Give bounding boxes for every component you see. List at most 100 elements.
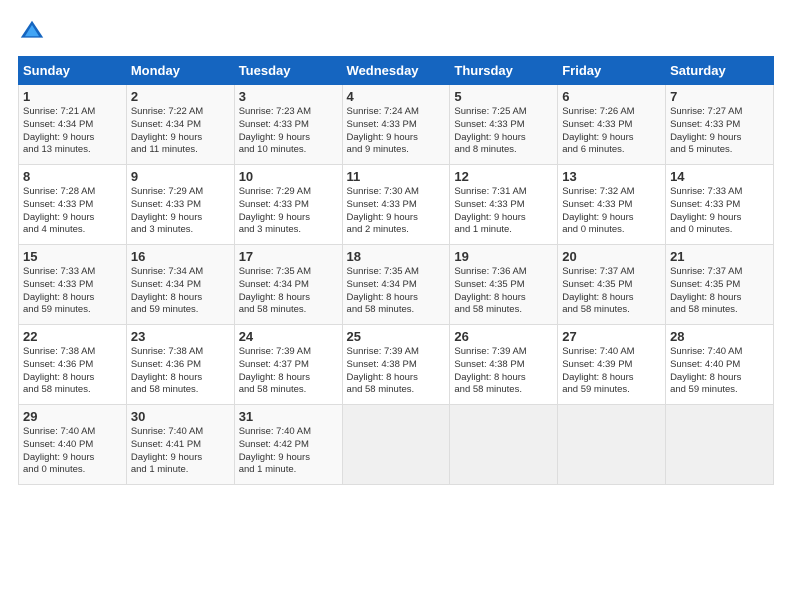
- day-info: Sunrise: 7:30 AM Sunset: 4:33 PM Dayligh…: [347, 186, 446, 237]
- calendar-cell: 14 Sunrise: 7:33 AM Sunset: 4:33 PM Dayli…: [666, 165, 774, 245]
- logo-icon: [18, 18, 46, 46]
- day-number: 6: [562, 89, 661, 104]
- day-info: Sunrise: 7:21 AM Sunset: 4:34 PM Dayligh…: [23, 106, 122, 157]
- day-number: 2: [131, 89, 230, 104]
- day-number: 31: [239, 409, 338, 424]
- day-number: 7: [670, 89, 769, 104]
- calendar-cell: 23Sunrise: 7:38 AM Sunset: 4:36 PM Dayli…: [126, 325, 234, 405]
- day-info: Sunrise: 7:34 AM Sunset: 4:34 PM Dayligh…: [131, 266, 230, 317]
- day-number: 29: [23, 409, 122, 424]
- calendar-cell: 24 Sunrise: 7:39 AM Sunset: 4:37 PM Dayli…: [234, 325, 342, 405]
- calendar-cell: 21 Sunrise: 7:37 AM Sunset: 4:35 PM Dayli…: [666, 245, 774, 325]
- calendar-week-row: 8 Sunrise: 7:28 AM Sunset: 4:33 PM Daylig…: [19, 165, 774, 245]
- calendar-cell: 28 Sunrise: 7:40 AM Sunset: 4:40 PM Dayli…: [666, 325, 774, 405]
- calendar-cell: 2Sunrise: 7:22 AM Sunset: 4:34 PM Daylig…: [126, 85, 234, 165]
- calendar-body: 1 Sunrise: 7:21 AM Sunset: 4:34 PM Daylig…: [19, 85, 774, 485]
- day-info: Sunrise: 7:37 AM Sunset: 4:35 PM Dayligh…: [562, 266, 661, 317]
- calendar-cell: 31Sunrise: 7:40 AM Sunset: 4:42 PM Dayli…: [234, 405, 342, 485]
- calendar-cell: [342, 405, 450, 485]
- calendar-cell: 17Sunrise: 7:35 AM Sunset: 4:34 PM Dayli…: [234, 245, 342, 325]
- day-info: Sunrise: 7:39 AM Sunset: 4:38 PM Dayligh…: [454, 346, 553, 397]
- day-info: Sunrise: 7:39 AM Sunset: 4:38 PM Dayligh…: [347, 346, 446, 397]
- calendar-week-row: 1 Sunrise: 7:21 AM Sunset: 4:34 PM Daylig…: [19, 85, 774, 165]
- day-info: Sunrise: 7:32 AM Sunset: 4:33 PM Dayligh…: [562, 186, 661, 237]
- calendar-cell: 25 Sunrise: 7:39 AM Sunset: 4:38 PM Dayli…: [342, 325, 450, 405]
- day-number: 28: [670, 329, 769, 344]
- day-info: Sunrise: 7:39 AM Sunset: 4:37 PM Dayligh…: [239, 346, 338, 397]
- calendar-cell: 26Sunrise: 7:39 AM Sunset: 4:38 PM Dayli…: [450, 325, 558, 405]
- day-number: 27: [562, 329, 661, 344]
- calendar-cell: 13 Sunrise: 7:32 AM Sunset: 4:33 PM Dayli…: [558, 165, 666, 245]
- day-info: Sunrise: 7:33 AM Sunset: 4:33 PM Dayligh…: [670, 186, 769, 237]
- weekday-header: Thursday: [450, 57, 558, 85]
- weekday-header: Friday: [558, 57, 666, 85]
- calendar-cell: 9 Sunrise: 7:29 AM Sunset: 4:33 PM Daylig…: [126, 165, 234, 245]
- weekday-header: Sunday: [19, 57, 127, 85]
- day-number: 13: [562, 169, 661, 184]
- day-number: 9: [131, 169, 230, 184]
- day-number: 1: [23, 89, 122, 104]
- day-number: 15: [23, 249, 122, 264]
- day-number: 4: [347, 89, 446, 104]
- calendar-cell: [666, 405, 774, 485]
- page: SundayMondayTuesdayWednesdayThursdayFrid…: [0, 0, 792, 612]
- calendar-cell: 27 Sunrise: 7:40 AM Sunset: 4:39 PM Dayli…: [558, 325, 666, 405]
- calendar-cell: 12Sunrise: 7:31 AM Sunset: 4:33 PM Dayli…: [450, 165, 558, 245]
- day-number: 11: [347, 169, 446, 184]
- calendar-cell: 10 Sunrise: 7:29 AM Sunset: 4:33 PM Dayli…: [234, 165, 342, 245]
- calendar-cell: 5 Sunrise: 7:25 AM Sunset: 4:33 PM Daylig…: [450, 85, 558, 165]
- calendar-cell: 19Sunrise: 7:36 AM Sunset: 4:35 PM Dayli…: [450, 245, 558, 325]
- day-number: 17: [239, 249, 338, 264]
- day-number: 21: [670, 249, 769, 264]
- day-number: 3: [239, 89, 338, 104]
- calendar-cell: 15 Sunrise: 7:33 AM Sunset: 4:33 PM Dayli…: [19, 245, 127, 325]
- calendar-cell: 1 Sunrise: 7:21 AM Sunset: 4:34 PM Daylig…: [19, 85, 127, 165]
- day-info: Sunrise: 7:24 AM Sunset: 4:33 PM Dayligh…: [347, 106, 446, 157]
- calendar-cell: 22 Sunrise: 7:38 AM Sunset: 4:36 PM Dayli…: [19, 325, 127, 405]
- day-info: Sunrise: 7:40 AM Sunset: 4:39 PM Dayligh…: [562, 346, 661, 397]
- calendar-table: SundayMondayTuesdayWednesdayThursdayFrid…: [18, 56, 774, 485]
- day-info: Sunrise: 7:25 AM Sunset: 4:33 PM Dayligh…: [454, 106, 553, 157]
- calendar-cell: 11 Sunrise: 7:30 AM Sunset: 4:33 PM Dayli…: [342, 165, 450, 245]
- day-info: Sunrise: 7:26 AM Sunset: 4:33 PM Dayligh…: [562, 106, 661, 157]
- day-info: Sunrise: 7:40 AM Sunset: 4:41 PM Dayligh…: [131, 426, 230, 477]
- day-info: Sunrise: 7:27 AM Sunset: 4:33 PM Dayligh…: [670, 106, 769, 157]
- calendar-cell: 4 Sunrise: 7:24 AM Sunset: 4:33 PM Daylig…: [342, 85, 450, 165]
- day-number: 12: [454, 169, 553, 184]
- day-number: 24: [239, 329, 338, 344]
- day-info: Sunrise: 7:38 AM Sunset: 4:36 PM Dayligh…: [23, 346, 122, 397]
- day-number: 16: [131, 249, 230, 264]
- day-info: Sunrise: 7:29 AM Sunset: 4:33 PM Dayligh…: [239, 186, 338, 237]
- day-info: Sunrise: 7:37 AM Sunset: 4:35 PM Dayligh…: [670, 266, 769, 317]
- logo: [18, 18, 50, 46]
- day-number: 20: [562, 249, 661, 264]
- calendar-week-row: 15 Sunrise: 7:33 AM Sunset: 4:33 PM Dayli…: [19, 245, 774, 325]
- day-number: 25: [347, 329, 446, 344]
- calendar-cell: 3 Sunrise: 7:23 AM Sunset: 4:33 PM Daylig…: [234, 85, 342, 165]
- calendar-header: SundayMondayTuesdayWednesdayThursdayFrid…: [19, 57, 774, 85]
- day-info: Sunrise: 7:29 AM Sunset: 4:33 PM Dayligh…: [131, 186, 230, 237]
- calendar-cell: 16 Sunrise: 7:34 AM Sunset: 4:34 PM Dayli…: [126, 245, 234, 325]
- day-number: 5: [454, 89, 553, 104]
- day-info: Sunrise: 7:28 AM Sunset: 4:33 PM Dayligh…: [23, 186, 122, 237]
- weekday-header: Monday: [126, 57, 234, 85]
- calendar-cell: 7 Sunrise: 7:27 AM Sunset: 4:33 PM Daylig…: [666, 85, 774, 165]
- calendar-cell: 8 Sunrise: 7:28 AM Sunset: 4:33 PM Daylig…: [19, 165, 127, 245]
- calendar-cell: [450, 405, 558, 485]
- weekday-header: Tuesday: [234, 57, 342, 85]
- day-number: 14: [670, 169, 769, 184]
- day-number: 8: [23, 169, 122, 184]
- day-number: 10: [239, 169, 338, 184]
- calendar-cell: [558, 405, 666, 485]
- day-number: 18: [347, 249, 446, 264]
- calendar-cell: 30Sunrise: 7:40 AM Sunset: 4:41 PM Dayli…: [126, 405, 234, 485]
- calendar-cell: 20 Sunrise: 7:37 AM Sunset: 4:35 PM Dayli…: [558, 245, 666, 325]
- day-info: Sunrise: 7:33 AM Sunset: 4:33 PM Dayligh…: [23, 266, 122, 317]
- day-info: Sunrise: 7:40 AM Sunset: 4:40 PM Dayligh…: [670, 346, 769, 397]
- calendar-cell: 6 Sunrise: 7:26 AM Sunset: 4:33 PM Daylig…: [558, 85, 666, 165]
- day-number: 23: [131, 329, 230, 344]
- calendar-week-row: 22 Sunrise: 7:38 AM Sunset: 4:36 PM Dayli…: [19, 325, 774, 405]
- calendar-week-row: 29Sunrise: 7:40 AM Sunset: 4:40 PM Dayli…: [19, 405, 774, 485]
- day-info: Sunrise: 7:23 AM Sunset: 4:33 PM Dayligh…: [239, 106, 338, 157]
- day-number: 22: [23, 329, 122, 344]
